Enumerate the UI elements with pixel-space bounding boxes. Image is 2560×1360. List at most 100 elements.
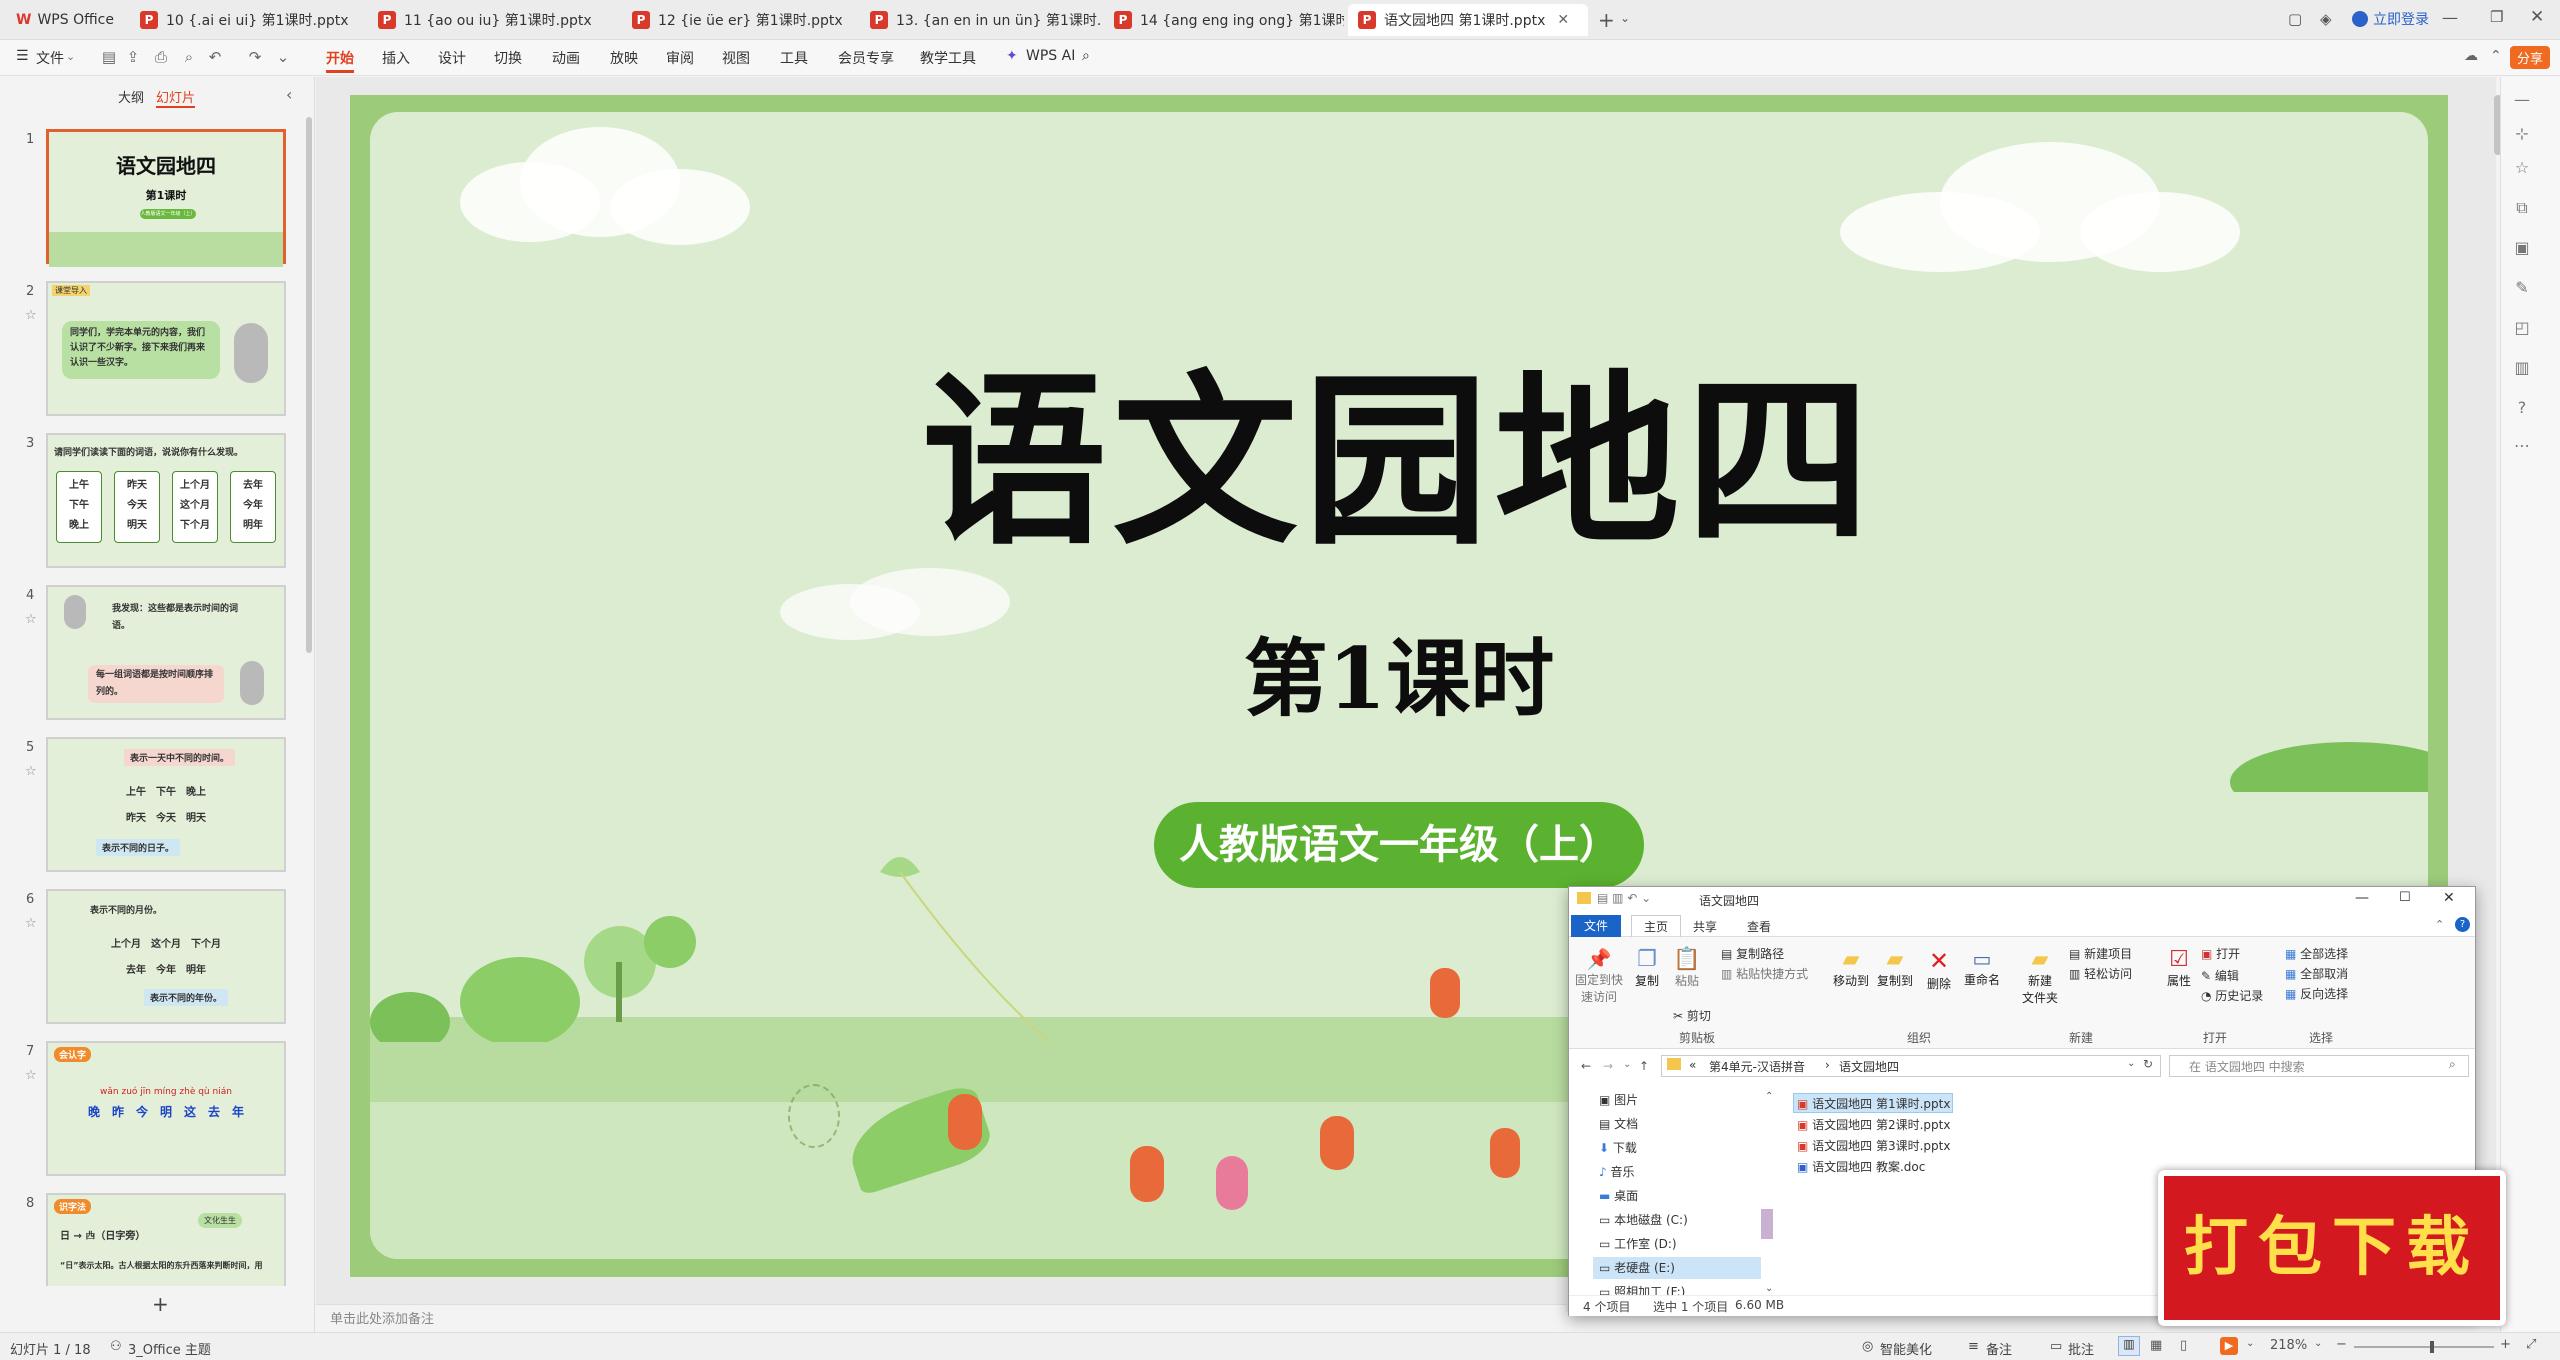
- menu-teaching-tools[interactable]: 教学工具: [920, 48, 976, 68]
- file-menu[interactable]: 文件: [36, 48, 64, 68]
- add-slide-button[interactable]: +: [152, 1292, 169, 1316]
- search-icon[interactable]: ⌕: [2449, 1057, 2456, 1072]
- menu-tools[interactable]: 工具: [780, 48, 808, 68]
- tab-doc-14[interactable]: P 14 {ang eng ing ong} 第1课时.pptx: [1104, 4, 1344, 36]
- collapse-ribbon-icon[interactable]: ⌃: [2490, 48, 2502, 64]
- notes-pane[interactable]: [316, 1304, 1566, 1332]
- path-parent[interactable]: 第4单元-汉语拼音: [1709, 1058, 1805, 1075]
- tab-share[interactable]: 共享: [1693, 918, 1717, 935]
- star-icon[interactable]: ☆: [25, 764, 37, 779]
- delete-button[interactable]: ✕ 删除: [1921, 947, 1957, 992]
- grid-view-icon[interactable]: ▦: [2150, 1338, 2162, 1353]
- minimize-icon[interactable]: —: [2442, 8, 2458, 27]
- tab-doc-10[interactable]: P 10 {.ai ei ui} 第1课时.pptx: [130, 4, 362, 36]
- close-icon[interactable]: ✕: [2443, 890, 2455, 906]
- paste-button[interactable]: 📋 粘贴: [1669, 947, 1705, 989]
- nav-drive-c[interactable]: ▭ 本地磁盘 (C:): [1599, 1211, 1688, 1228]
- nav-documents[interactable]: ▤ 文档: [1599, 1115, 1638, 1132]
- rename-button[interactable]: ▭ 重命名: [1961, 947, 2003, 988]
- path-overflow[interactable]: «: [1689, 1058, 1696, 1072]
- file-item[interactable]: ▣ 语文园地四 第3课时.pptx: [1797, 1137, 1950, 1154]
- smart-beautify-button[interactable]: 智能美化: [1880, 1339, 1932, 1358]
- path-current[interactable]: 语文园地四: [1839, 1058, 1899, 1075]
- translate-icon[interactable]: ▥: [2512, 358, 2532, 378]
- nav-drive-f[interactable]: ▭ 照相加工 (F:): [1599, 1283, 1685, 1295]
- menu-slideshow[interactable]: 放映: [610, 48, 638, 68]
- notes-toggle-button[interactable]: 备注: [1986, 1339, 2012, 1358]
- nav-desktop[interactable]: ▬ 桌面: [1599, 1187, 1638, 1204]
- menu-review[interactable]: 审阅: [666, 48, 694, 68]
- design-icon[interactable]: ⊹: [2512, 124, 2532, 144]
- panel-scrollbar[interactable]: [306, 117, 312, 653]
- tab-home[interactable]: 主页: [1631, 915, 1681, 937]
- paste-shortcut-button[interactable]: ▥ 粘贴快捷方式: [1721, 965, 1808, 982]
- nav-back-icon[interactable]: ←: [1581, 1059, 1591, 1073]
- export-icon[interactable]: ⇪: [124, 48, 142, 66]
- tab-file[interactable]: 文件: [1571, 915, 1621, 937]
- slide-thumbnail-8[interactable]: 识字法 日 → 𠁤（日字旁） 文化生生 “日”表示太阳。古人根据太阳的东升西落来…: [46, 1193, 286, 1286]
- slide-subtitle[interactable]: 第1课时: [370, 612, 2428, 733]
- move-to-button[interactable]: ▰ 移动到: [1831, 947, 1871, 989]
- nav-downloads[interactable]: ⬇ 下载: [1599, 1139, 1637, 1156]
- close-tab-icon[interactable]: ✕: [1557, 12, 1569, 28]
- easy-access-button[interactable]: ▥ 轻松访问: [2069, 965, 2132, 982]
- slide-thumbnail-3[interactable]: 请同学们读读下面的词语，说说你有什么发现。 上午 下午 晚上 昨天 今天 明天 …: [46, 433, 286, 568]
- address-dropdown-icon[interactable]: ⌄: [2127, 1058, 2135, 1069]
- hamburger-icon[interactable]: ☰: [16, 48, 29, 64]
- menu-home[interactable]: 开始: [326, 48, 354, 73]
- zoom-out-icon[interactable]: −: [2336, 1337, 2347, 1352]
- menu-transition[interactable]: 切换: [494, 48, 522, 68]
- slide-thumbnail-5[interactable]: 表示一天中不同的时间。 上午 下午 晚上 昨天 今天 明天 表示不同的日子。: [46, 737, 286, 872]
- wps-home-tab[interactable]: W WPS Office: [6, 4, 126, 36]
- nav-scroll-down-icon[interactable]: ⌄: [1765, 1283, 1773, 1294]
- copy-button[interactable]: ❐ 复制: [1629, 947, 1665, 989]
- help-icon[interactable]: ?: [2512, 398, 2532, 418]
- tab-doc-11[interactable]: P 11 {ao ou iu} 第1课时.pptx: [368, 4, 600, 36]
- menu-animation[interactable]: 动画: [552, 48, 580, 68]
- outline-tab[interactable]: 大纲: [118, 87, 144, 106]
- print-icon[interactable]: ⎙: [152, 48, 170, 66]
- download-package-label[interactable]: 打包下载: [2158, 1196, 2506, 1288]
- pin-quick-access-button[interactable]: 📌 固定到快 速访问: [1573, 947, 1625, 1005]
- notes-placeholder[interactable]: 单击此处添加备注: [330, 1308, 434, 1327]
- nav-up-icon[interactable]: ↑: [1639, 1059, 1649, 1073]
- window-mode-icon[interactable]: ▢: [2288, 10, 2302, 28]
- quick-access-icons[interactable]: ▤ ▥ ↶ ⌄: [1597, 891, 1651, 905]
- slide-thumbnail-6[interactable]: 表示不同的月份。 上个月 这个月 下个月 去年 今年 明年 表示不同的年份。: [46, 889, 286, 1024]
- zoom-in-icon[interactable]: +: [2500, 1337, 2511, 1352]
- magic-tools-icon[interactable]: ✎: [2512, 278, 2532, 298]
- copy-format-icon[interactable]: ⧉: [2512, 198, 2532, 218]
- slide-thumbnail-1[interactable]: 语文园地四 第1课时 人教版语文一年级（上）: [46, 129, 286, 267]
- collapse-panel-icon[interactable]: ‹: [286, 85, 292, 104]
- undo-icon[interactable]: ↶: [206, 48, 224, 66]
- nav-pictures[interactable]: ▣ 图片: [1599, 1091, 1638, 1108]
- reading-view-icon[interactable]: ▯: [2180, 1338, 2187, 1353]
- nav-drive-d[interactable]: ▭ 工作室 (D:): [1599, 1235, 1677, 1252]
- slide-thumbnail-2[interactable]: 课堂导入 同学们，学完本单元的内容，我们认识了不少新字。接下来我们再来认识一些汉…: [46, 281, 286, 416]
- new-tab-icon[interactable]: +: [1598, 8, 1615, 32]
- tab-view[interactable]: 查看: [1747, 918, 1771, 935]
- animation-icon[interactable]: ◰: [2512, 318, 2532, 338]
- image-icon[interactable]: ▣: [2512, 238, 2532, 258]
- select-all-button[interactable]: ▦ 全部选择: [2285, 945, 2348, 962]
- new-folder-button[interactable]: ▰ 新建 文件夹: [2017, 947, 2063, 1006]
- maximize-icon[interactable]: ❐: [2490, 8, 2503, 26]
- fit-window-icon[interactable]: ⤢: [2526, 1337, 2536, 1352]
- star-icon[interactable]: ☆: [25, 1068, 37, 1083]
- save-icon[interactable]: ▤: [100, 48, 118, 66]
- slide-thumbnail-7[interactable]: 会认字 wǎn zuó jīn míng zhè qù nián 晚 昨 今 明…: [46, 1041, 286, 1176]
- edit-button[interactable]: ✎ 编辑: [2201, 967, 2239, 984]
- nav-scrollbar-thumb[interactable]: [1761, 1209, 1773, 1239]
- slide-thumbnail-4[interactable]: 我发现：这些都是表示时间的词语。 每一组词语都是按时间顺序排列的。: [46, 585, 286, 720]
- star-icon[interactable]: ☆: [25, 612, 37, 627]
- recent-chevron-icon[interactable]: ⌄: [1623, 1059, 1631, 1070]
- menu-view[interactable]: 视图: [722, 48, 750, 68]
- play-slideshow-icon[interactable]: ▶: [2220, 1337, 2238, 1355]
- theme-name[interactable]: 3_Office 主题: [128, 1339, 211, 1358]
- slide-title[interactable]: 语文园地四: [370, 312, 2428, 580]
- comments-button[interactable]: 批注: [2068, 1339, 2094, 1358]
- nav-forward-icon[interactable]: →: [1603, 1059, 1613, 1073]
- help-icon[interactable]: ?: [2455, 917, 2470, 932]
- maximize-icon[interactable]: ☐: [2399, 890, 2411, 905]
- wps-ai-button[interactable]: WPS AI: [1026, 48, 1075, 64]
